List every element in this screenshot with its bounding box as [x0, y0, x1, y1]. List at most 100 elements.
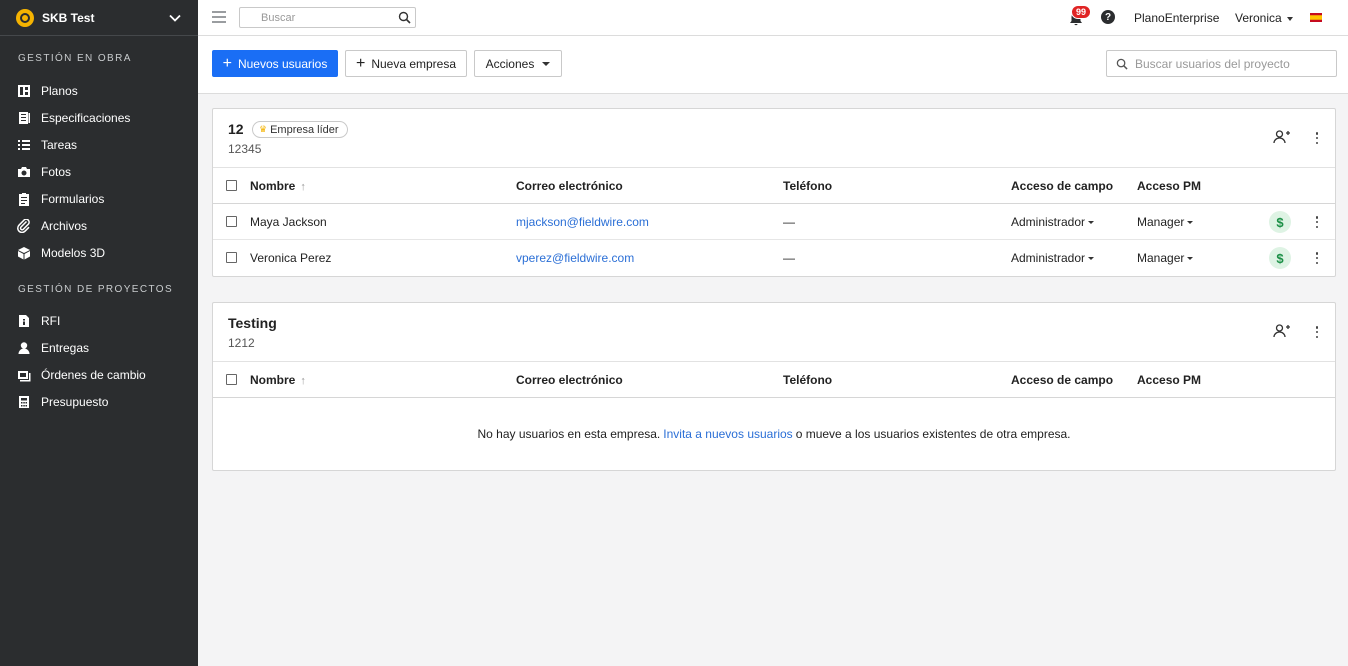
header-field-access: Acceso de campo — [1011, 373, 1114, 387]
help-icon[interactable]: ? — [1101, 10, 1115, 24]
global-search-input[interactable] — [261, 8, 401, 27]
pm-access-value: Manager — [1137, 251, 1185, 265]
field-access-dropdown[interactable]: Administrador — [1011, 215, 1095, 229]
table-header: Nombre ↑ Correo electrónico Teléfono Acce… — [213, 362, 1335, 398]
project-logo-icon — [16, 8, 34, 27]
action-bar: + Nuevos usuarios + Nueva empresa Accion… — [198, 36, 1348, 94]
sidebar-item-plans[interactable]: Planos — [0, 81, 198, 101]
field-access-dropdown[interactable]: Administrador — [1011, 251, 1095, 265]
field-access-value: Administrador — [1011, 215, 1086, 229]
row-checkbox[interactable] — [226, 252, 237, 263]
pm-access-dropdown[interactable]: Manager — [1137, 251, 1194, 265]
sidebar-item-tasks[interactable]: Tareas — [0, 135, 198, 155]
caret-down-icon — [1187, 257, 1194, 261]
company-card: 12 ♛ Empresa líder 12345 Nombre ↑ Correo e… — [212, 108, 1336, 277]
notification-badge[interactable]: 99 — [1071, 5, 1091, 19]
sidebar-item-label: RFI — [41, 314, 61, 328]
plus-icon: + — [355, 54, 366, 72]
header-name-label: Nombre — [250, 179, 296, 193]
caret-down-icon — [1088, 257, 1095, 261]
caret-down-icon — [1286, 16, 1293, 21]
sidebar: SKB Test GESTIÓN EN OBRA Planos Especifi… — [0, 0, 198, 666]
empty-company-message: No hay usuarios en esta empresa. Invita … — [213, 398, 1335, 470]
header-email: Correo electrónico — [516, 373, 623, 387]
plan-name[interactable]: PlanoEnterprise — [1134, 11, 1219, 25]
specifications-icon — [17, 111, 31, 125]
user-icon — [17, 341, 31, 355]
cube-icon — [17, 246, 31, 260]
user-email-link[interactable]: vperez@fieldwire.com — [516, 251, 634, 265]
sidebar-item-change-orders[interactable]: Órdenes de cambio — [0, 365, 198, 385]
company-header: Testing 1212 — [213, 303, 1335, 362]
header-name[interactable]: Nombre ↑ — [250, 179, 306, 193]
invite-new-users-link[interactable]: Invita a nuevos usuarios — [663, 427, 792, 441]
crown-icon: ♛ — [259, 124, 268, 134]
section-field-management: GESTIÓN EN OBRA — [18, 53, 132, 64]
user-email-link[interactable]: mjackson@fieldwire.com — [516, 215, 649, 229]
new-company-button[interactable]: + Nueva empresa — [345, 50, 467, 77]
actions-dropdown[interactable]: Acciones — [474, 50, 562, 77]
sidebar-item-label: Especificaciones — [41, 111, 131, 125]
user-menu[interactable]: Veronica — [1235, 11, 1293, 25]
add-user-icon[interactable] — [1273, 323, 1291, 339]
company-code: 12345 — [228, 142, 262, 156]
empty-message-text-after: o mueve a los usuarios existentes de otr… — [795, 427, 1071, 441]
sort-up-icon[interactable]: ↑ — [300, 375, 306, 387]
pm-access-value: Manager — [1137, 215, 1185, 229]
header-email: Correo electrónico — [516, 179, 623, 193]
dollar-icon[interactable]: $ — [1269, 211, 1291, 233]
caret-down-icon — [1187, 221, 1194, 225]
sidebar-item-specifications[interactable]: Especificaciones — [0, 108, 198, 128]
company-more-icon[interactable] — [1311, 325, 1323, 339]
section-project-management: GESTIÓN DE PROYECTOS — [18, 284, 174, 295]
row-more-icon[interactable] — [1311, 215, 1323, 229]
header-pm-access: Acceso PM — [1137, 373, 1202, 387]
row-checkbox[interactable] — [226, 216, 237, 227]
new-users-button[interactable]: + Nuevos usuarios — [212, 50, 338, 77]
search-icon[interactable] — [398, 11, 411, 24]
search-icon — [1116, 58, 1128, 70]
spain-flag-icon[interactable] — [1310, 13, 1322, 22]
sidebar-item-submittals[interactable]: Entregas — [0, 338, 198, 358]
table-header: Nombre ↑ Correo electrónico Teléfono Acce… — [213, 168, 1335, 204]
pm-access-dropdown[interactable]: Manager — [1137, 215, 1194, 229]
sidebar-item-photos[interactable]: Fotos — [0, 162, 198, 182]
sidebar-item-label: Planos — [41, 84, 78, 98]
chevron-down-icon[interactable] — [168, 11, 182, 25]
dollar-icon[interactable]: $ — [1269, 247, 1291, 269]
global-search — [239, 7, 416, 28]
select-all-checkbox[interactable] — [226, 180, 237, 191]
empty-message-text: No hay usuarios en esta empresa. — [477, 427, 661, 441]
project-selector[interactable]: SKB Test — [0, 0, 198, 36]
project-users-search — [1106, 50, 1337, 77]
hamburger-menu-icon[interactable] — [212, 11, 226, 23]
caret-down-icon — [1088, 221, 1095, 225]
sidebar-item-3d-models[interactable]: Modelos 3D — [0, 243, 198, 263]
sidebar-item-budget[interactable]: Presupuesto — [0, 392, 198, 412]
add-user-icon[interactable] — [1273, 129, 1291, 145]
row-more-icon[interactable] — [1311, 251, 1323, 265]
project-users-search-input[interactable] — [1135, 55, 1330, 73]
sidebar-item-files[interactable]: Archivos — [0, 216, 198, 236]
sidebar-item-label: Archivos — [41, 219, 88, 233]
new-users-label: Nuevos usuarios — [237, 56, 328, 71]
select-all-checkbox[interactable] — [226, 374, 237, 385]
header-name[interactable]: Nombre ↑ — [250, 373, 306, 387]
table-row: Maya Jackson mjackson@fieldwire.com — Ad… — [213, 204, 1335, 240]
sidebar-item-label: Tareas — [41, 138, 78, 152]
header-field-access: Acceso de campo — [1011, 179, 1114, 193]
sidebar-item-label: Modelos 3D — [41, 246, 106, 260]
user-name: Maya Jackson — [250, 215, 327, 229]
sidebar-item-label: Presupuesto — [41, 395, 109, 409]
company-card: Testing 1212 Nombre ↑ Correo electrónico … — [212, 302, 1336, 471]
lead-company-tag: ♛ Empresa líder — [252, 121, 348, 138]
sort-up-icon[interactable]: ↑ — [300, 181, 306, 193]
actions-label: Acciones — [485, 56, 535, 71]
company-more-icon[interactable] — [1311, 131, 1323, 145]
sidebar-item-rfi[interactable]: RFI — [0, 311, 198, 331]
company-name: Testing — [228, 315, 277, 331]
company-header: 12 ♛ Empresa líder 12345 — [213, 109, 1335, 168]
header-phone: Teléfono — [783, 373, 833, 387]
sidebar-item-forms[interactable]: Formularios — [0, 189, 198, 209]
change-order-icon — [17, 368, 31, 382]
